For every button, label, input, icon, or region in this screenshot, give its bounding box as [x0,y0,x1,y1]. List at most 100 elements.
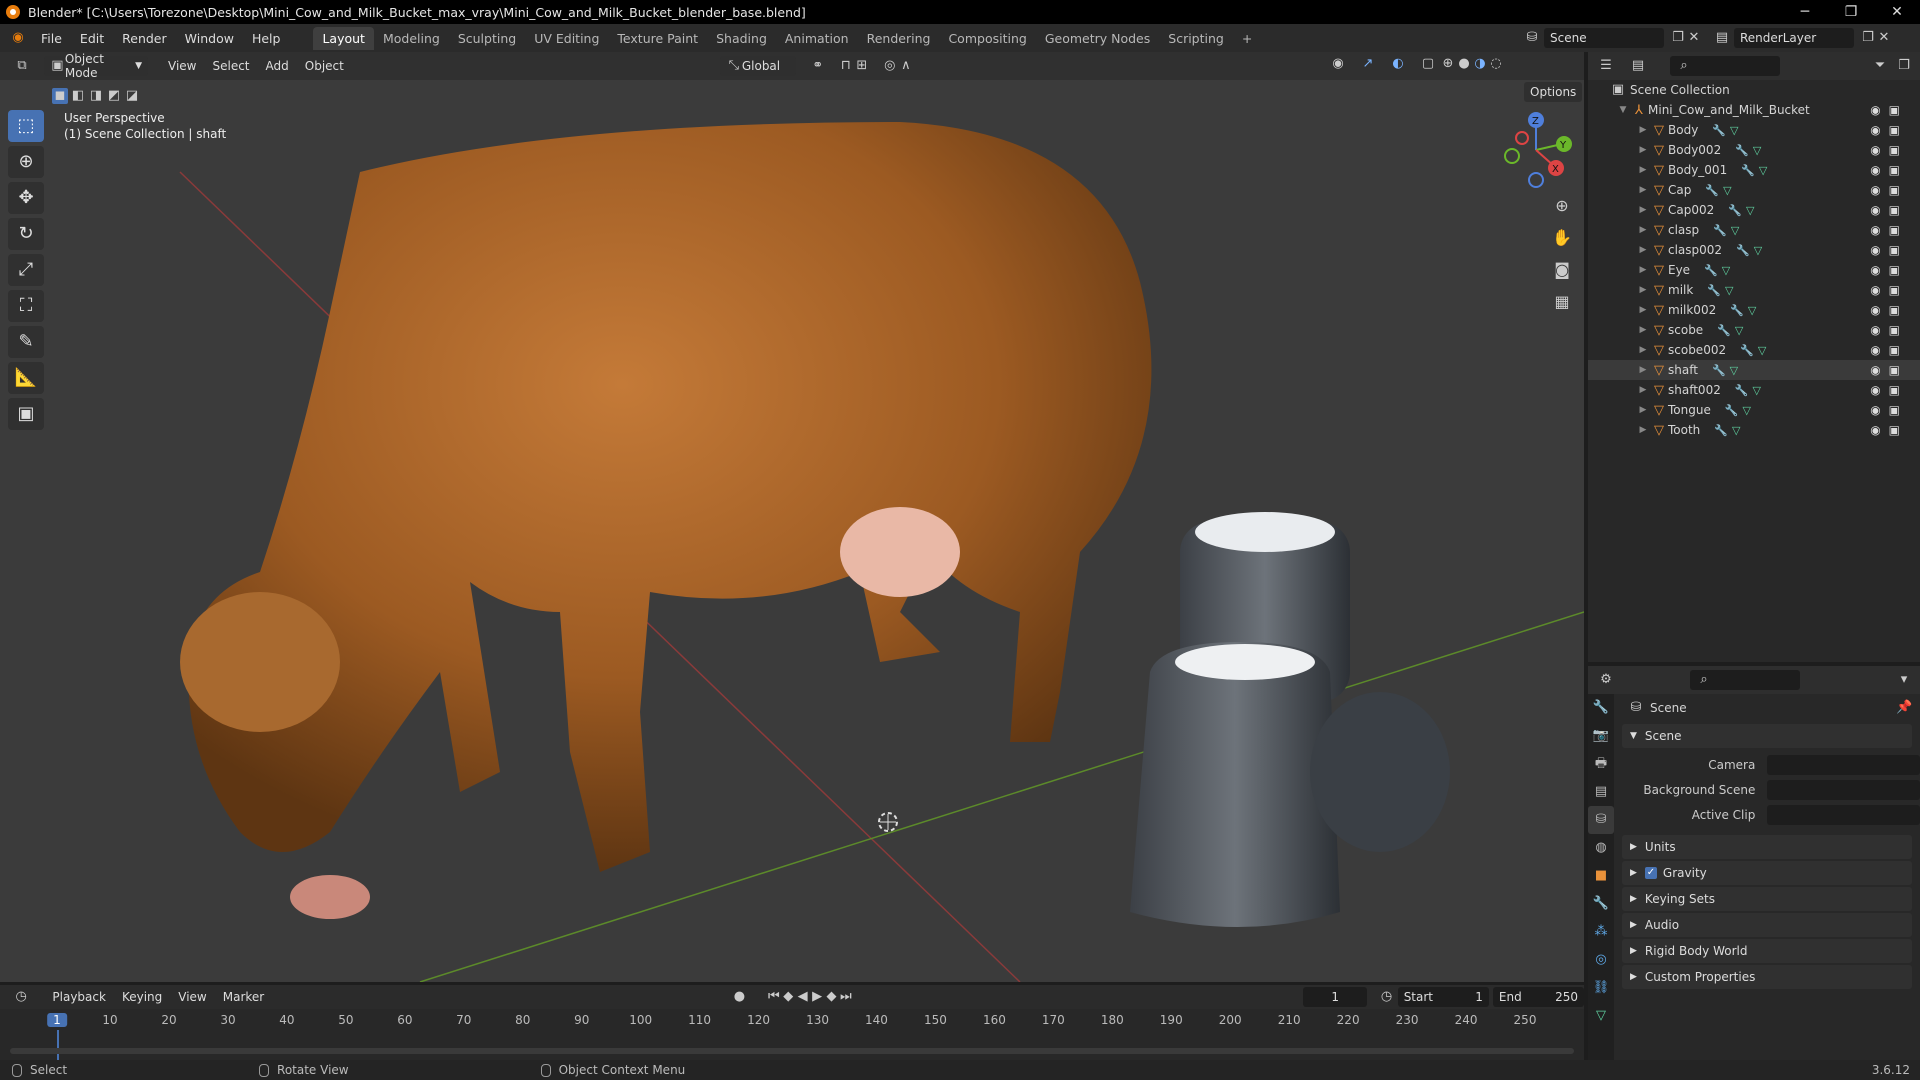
shading-wireframe-icon[interactable]: ⊕ [1440,56,1456,72]
mesh-data-icon[interactable]: ▽ [1754,244,1762,257]
visibility-toggle-icons[interactable]: ◉▣ [1870,303,1908,317]
viewport-menu-add[interactable]: Add [258,59,297,73]
expand-icon[interactable]: ▶ [1636,405,1650,415]
mesh-data-icon[interactable]: ▽ [1758,344,1766,357]
panel-rigid-body-world[interactable]: ▶ Rigid Body World [1622,939,1912,963]
start-frame-field[interactable]: Start 1 [1397,987,1489,1007]
panel-audio[interactable]: ▶ Audio [1622,913,1912,937]
expand-icon[interactable]: ▶ [1636,205,1650,215]
cursor-tool[interactable]: ⊕ [8,146,44,178]
tab-geometry-nodes[interactable]: Geometry Nodes [1036,27,1159,50]
properties-options-icon[interactable]: ▾ [1896,672,1912,688]
mesh-data-icon[interactable]: ▽ [1723,184,1731,197]
mode-selector[interactable]: ▣ Object Mode ▼ [44,52,148,80]
display-mode-icon[interactable]: ▤ [1630,58,1646,74]
gizmo-icon[interactable]: ↗ [1360,56,1376,72]
modifier-icon[interactable]: 🔧 [1740,344,1754,357]
menu-window[interactable]: Window [176,31,243,46]
viewport-menu-view[interactable]: View [160,59,204,73]
timeline-menu-view[interactable]: View [170,990,214,1004]
modifier-icon[interactable]: 🔧 [1728,204,1742,217]
transform-orientation[interactable]: ⤡ Global [719,56,796,76]
timeline-menu-keying[interactable]: Keying [114,990,170,1004]
outliner-item-milk[interactable]: ▶ ▽ milk 🔧 ▽ ◉▣ [1588,280,1920,300]
output-tab-icon[interactable]: 🖶 [1588,750,1614,778]
navigation-gizmo[interactable]: Z Y X [1496,108,1576,192]
visibility-toggle-icons[interactable]: ◉▣ [1870,223,1908,237]
outliner-search-input[interactable]: ⌕ [1670,56,1780,76]
panel-units[interactable]: ▶ Units [1622,835,1912,859]
outliner-item-clasp002[interactable]: ▶ ▽ clasp002 🔧 ▽ ◉▣ [1588,240,1920,260]
mesh-data-icon[interactable]: ▽ [1725,284,1733,297]
outliner-item-cap[interactable]: ▶ ▽ Cap 🔧 ▽ ◉▣ [1588,180,1920,200]
new-scene-icon[interactable]: ❐ [1670,30,1686,46]
end-frame-field[interactable]: End 250 [1492,987,1585,1007]
move-tool[interactable]: ✥ [8,182,44,214]
add-cube-tool[interactable]: ▣ [8,398,44,430]
menu-edit[interactable]: Edit [71,31,113,46]
viewport-menu-object[interactable]: Object [297,59,352,73]
shading-material-icon[interactable]: ◑ [1472,56,1488,72]
delete-view-layer-icon[interactable]: ✕ [1876,30,1892,46]
modifier-icon[interactable]: 🔧 [1707,284,1721,297]
prev-keyframe-icon[interactable]: ◆ [781,989,795,1005]
visibility-toggle-icons[interactable]: ◉▣ [1870,343,1908,357]
outliner-collection[interactable]: ▼ ⅄ Mini_Cow_and_Milk_Bucket ◉▣ [1588,100,1920,120]
object-tab-icon[interactable]: ■ [1588,862,1614,890]
tool-tab-icon[interactable]: 🔧 [1588,694,1614,722]
expand-icon[interactable]: ▶ [1636,185,1650,195]
outliner-item-body[interactable]: ▶ ▽ Body 🔧 ▽ ◉▣ [1588,120,1920,140]
panel-keying-sets[interactable]: ▶ Keying Sets [1622,887,1912,911]
new-collection-icon[interactable]: ❐ [1896,58,1912,74]
view-layer-selector[interactable]: RenderLayer [1734,28,1854,48]
pan-hand-icon[interactable]: ✋ [1548,224,1576,252]
properties-search-input[interactable]: ⌕ [1690,670,1800,690]
scene-icon[interactable]: ⛁ [1524,30,1540,46]
record-icon[interactable]: ● [732,989,746,1005]
blender-menu-icon[interactable]: ◉ [10,30,26,46]
tab-layout[interactable]: Layout [313,26,374,50]
constraints-tab-icon[interactable]: ⛓ [1588,974,1614,1002]
outliner-item-eye[interactable]: ▶ ▽ Eye 🔧 ▽ ◉▣ [1588,260,1920,280]
data-tab-icon[interactable]: ▽ [1588,1002,1614,1030]
mesh-data-icon[interactable]: ▽ [1732,424,1740,437]
tab-sculpting[interactable]: Sculpting [449,27,525,50]
mesh-data-icon[interactable]: ▽ [1743,404,1751,417]
panel-gravity[interactable]: ▶ ✓ Gravity [1622,861,1912,885]
modifier-icon[interactable]: 🔧 [1735,384,1749,397]
viewport-menu-select[interactable]: Select [204,59,257,73]
annotate-tool[interactable]: ✎ [8,326,44,358]
camera-view-icon[interactable]: ◙ [1548,256,1576,284]
measure-tool[interactable]: 📐 [8,362,44,394]
physics-tab-icon[interactable]: ◎ [1588,946,1614,974]
visibility-toggle-icons[interactable]: ◉▣ [1870,143,1908,157]
modifier-icon[interactable]: 🔧 [1714,424,1728,437]
timeline-menu-playback[interactable]: Playback [44,990,114,1004]
outliner-item-tooth[interactable]: ▶ ▽ Tooth 🔧 ▽ ◉▣ [1588,420,1920,440]
visibility-toggle-icons[interactable]: ◉▣ [1870,203,1908,217]
visibility-toggle-icons[interactable]: ◉▣ [1870,163,1908,177]
options-button[interactable]: Options [1520,82,1583,102]
visibility-toggle-icons[interactable]: ◉▣ [1870,103,1908,117]
expand-icon[interactable]: ▶ [1636,265,1650,275]
expand-icon[interactable]: ▶ [1636,305,1650,315]
current-frame-field[interactable]: 1 [1303,987,1368,1007]
modifier-icon[interactable]: 🔧 [1736,244,1750,257]
pivot-icon[interactable]: ⚭ [810,58,826,74]
render-tab-icon[interactable]: 📷 [1588,722,1614,750]
modifier-icon[interactable]: 🔧 [1735,144,1749,157]
mesh-data-icon[interactable]: ▽ [1735,324,1743,337]
outliner-item-shaft[interactable]: ▶ ▽ shaft 🔧 ▽ ◉▣ [1588,360,1920,380]
modifier-icon[interactable]: 🔧 [1704,264,1718,277]
world-tab-icon[interactable]: ◍ [1588,834,1614,862]
expand-icon[interactable]: ▶ [1636,165,1650,175]
zoom-icon[interactable]: ⊕ [1548,192,1576,220]
shading-rendered-icon[interactable]: ◌ [1488,56,1504,72]
expand-icon[interactable]: ▶ [1636,365,1650,375]
outliner-item-cap002[interactable]: ▶ ▽ Cap002 🔧 ▽ ◉▣ [1588,200,1920,220]
visibility-toggle-icons[interactable]: ◉▣ [1870,423,1908,437]
visibility-toggle-icons[interactable]: ◉▣ [1870,403,1908,417]
play-reverse-icon[interactable]: ◀ [795,989,809,1005]
visibility-toggle-icons[interactable]: ◉▣ [1870,383,1908,397]
mesh-data-icon[interactable]: ▽ [1753,144,1761,157]
